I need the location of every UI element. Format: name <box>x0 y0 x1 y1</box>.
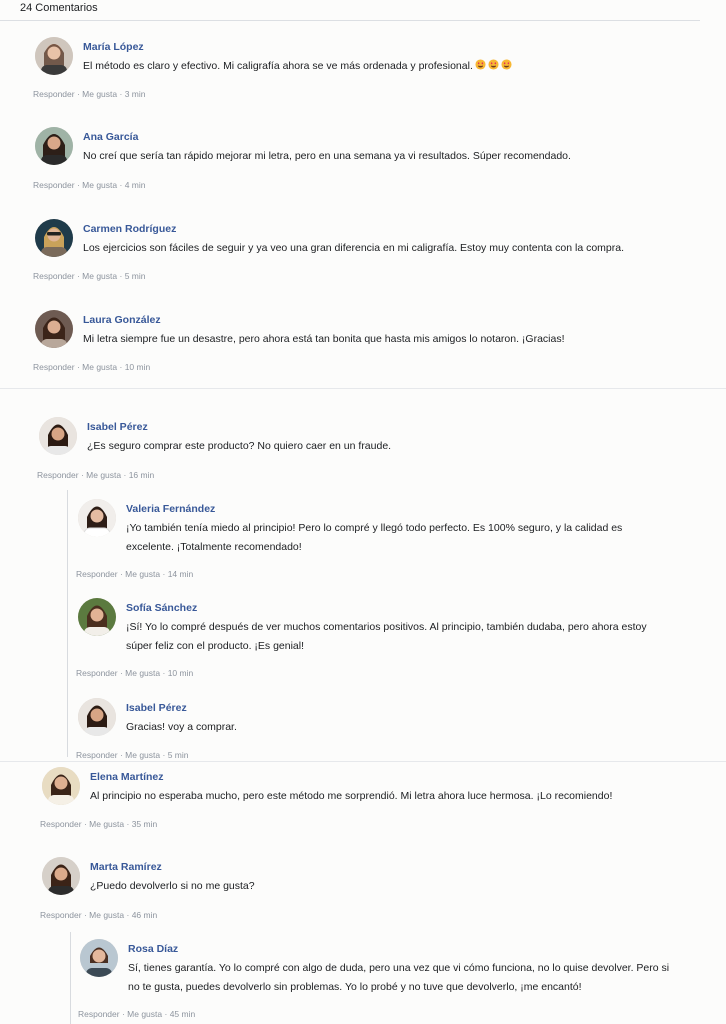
like-link[interactable]: Me gusta <box>82 362 117 372</box>
commenter-name[interactable]: María López <box>83 41 144 53</box>
avatar[interactable] <box>42 767 80 805</box>
comment-text: ¡Sí! Yo lo compré después de ver muchos … <box>126 621 647 652</box>
separator: · <box>117 89 125 99</box>
avatar[interactable] <box>35 219 73 257</box>
commenter-name[interactable]: Sofía Sánchez <box>126 602 197 614</box>
comment-actions: Responder · Me gusta · 3 min <box>33 89 145 99</box>
commenter-name[interactable]: Marta Ramírez <box>90 861 162 873</box>
reply-link[interactable]: Responder <box>33 89 75 99</box>
avatar[interactable] <box>39 417 77 455</box>
heart-eyes-emoji-icon <box>501 59 512 70</box>
separator: · <box>160 668 168 678</box>
like-link[interactable]: Me gusta <box>86 470 121 480</box>
timestamp: 35 min <box>131 819 158 829</box>
reply-thread-line <box>70 932 71 1024</box>
commenter-name[interactable]: Isabel Pérez <box>87 421 148 433</box>
comment-actions: Responder · Me gusta · 35 min <box>40 819 157 829</box>
like-link[interactable]: Me gusta <box>82 89 117 99</box>
separator: · <box>124 819 132 829</box>
reply-thread-line <box>67 490 68 757</box>
timestamp: 10 min <box>124 362 151 372</box>
commenter-name[interactable]: Carmen Rodríguez <box>83 223 176 235</box>
comment-text: Los ejercicios son fáciles de seguir y y… <box>83 242 625 254</box>
comment-actions: Responder · Me gusta · 5 min <box>76 750 188 760</box>
comment-actions: Responder · Me gusta · 10 min <box>33 362 150 372</box>
like-link[interactable]: Me gusta <box>89 819 124 829</box>
comment-text: No creí que sería tan rápido mejorar mi … <box>83 150 571 162</box>
comment-text: Al principio no esperaba mucho, pero est… <box>90 790 613 802</box>
comments-header: 24 Comentarios <box>0 0 700 21</box>
comment-count: 24 Comentarios <box>20 2 98 14</box>
timestamp: 45 min <box>169 1009 196 1019</box>
avatar[interactable] <box>35 37 73 75</box>
reply-link[interactable]: Responder <box>76 668 118 678</box>
avatar[interactable] <box>78 598 116 636</box>
comment-text: El método es claro y efectivo. Mi caligr… <box>83 57 683 76</box>
timestamp: 10 min <box>167 668 194 678</box>
comment-text: ¿Es seguro comprar este producto? No qui… <box>87 440 392 452</box>
avatar[interactable] <box>78 499 116 537</box>
separator: · <box>160 569 168 579</box>
timestamp: 5 min <box>124 271 146 281</box>
like-link[interactable]: Me gusta <box>82 271 117 281</box>
like-link[interactable]: Me gusta <box>127 1009 162 1019</box>
commenter-name[interactable]: Isabel Pérez <box>126 702 187 714</box>
separator: · <box>162 1009 170 1019</box>
timestamp: 46 min <box>131 910 158 920</box>
comment-text: Gracias! voy a comprar. <box>126 721 237 733</box>
comment-text: Mi letra siempre fue un desastre, pero a… <box>83 333 565 345</box>
reply-link[interactable]: Responder <box>33 180 75 190</box>
reply-link[interactable]: Responder <box>37 470 79 480</box>
separator: · <box>124 910 132 920</box>
reply-link[interactable]: Responder <box>76 569 118 579</box>
reply-link[interactable]: Responder <box>33 271 75 281</box>
section-divider <box>0 761 726 762</box>
avatar[interactable] <box>80 939 118 977</box>
commenter-name[interactable]: Valeria Fernández <box>126 503 215 515</box>
separator: · <box>117 271 125 281</box>
commenter-name[interactable]: Elena Martínez <box>90 771 164 783</box>
comment-actions: Responder · Me gusta · 45 min <box>78 1009 195 1019</box>
timestamp: 14 min <box>167 569 194 579</box>
reply-link[interactable]: Responder <box>76 750 118 760</box>
section-divider <box>0 388 726 389</box>
reply-link[interactable]: Responder <box>78 1009 120 1019</box>
comment-actions: Responder · Me gusta · 46 min <box>40 910 157 920</box>
timestamp: 4 min <box>124 180 146 190</box>
reply-link[interactable]: Responder <box>40 910 82 920</box>
separator: · <box>160 750 168 760</box>
avatar[interactable] <box>35 127 73 165</box>
timestamp: 5 min <box>167 750 189 760</box>
comment-actions: Responder · Me gusta · 16 min <box>37 470 154 480</box>
comment-actions: Responder · Me gusta · 5 min <box>33 271 145 281</box>
comment-text: ¿Puedo devolverlo si no me gusta? <box>90 880 255 892</box>
like-link[interactable]: Me gusta <box>125 668 160 678</box>
like-link[interactable]: Me gusta <box>125 750 160 760</box>
commenter-name[interactable]: Ana García <box>83 131 138 143</box>
heart-eyes-emoji-icon <box>475 59 486 70</box>
comment-actions: Responder · Me gusta · 10 min <box>76 668 193 678</box>
commenter-name[interactable]: Rosa Díaz <box>128 943 178 955</box>
like-link[interactable]: Me gusta <box>89 910 124 920</box>
comment-actions: Responder · Me gusta · 14 min <box>76 569 193 579</box>
heart-eyes-emoji-icon <box>488 59 499 70</box>
avatar[interactable] <box>42 857 80 895</box>
comment-text: ¡Yo también tenía miedo al principio! Pe… <box>126 522 623 553</box>
timestamp: 3 min <box>124 89 146 99</box>
timestamp: 16 min <box>128 470 155 480</box>
comment-actions: Responder · Me gusta · 4 min <box>33 180 145 190</box>
commenter-name[interactable]: Laura González <box>83 314 161 326</box>
separator: · <box>117 180 125 190</box>
comment-text: Sí, tienes garantía. Yo lo compré con al… <box>128 962 670 993</box>
reply-link[interactable]: Responder <box>40 819 82 829</box>
like-link[interactable]: Me gusta <box>125 569 160 579</box>
separator: · <box>117 362 125 372</box>
reply-link[interactable]: Responder <box>33 362 75 372</box>
like-link[interactable]: Me gusta <box>82 180 117 190</box>
avatar[interactable] <box>35 310 73 348</box>
avatar[interactable] <box>78 698 116 736</box>
separator: · <box>121 470 129 480</box>
